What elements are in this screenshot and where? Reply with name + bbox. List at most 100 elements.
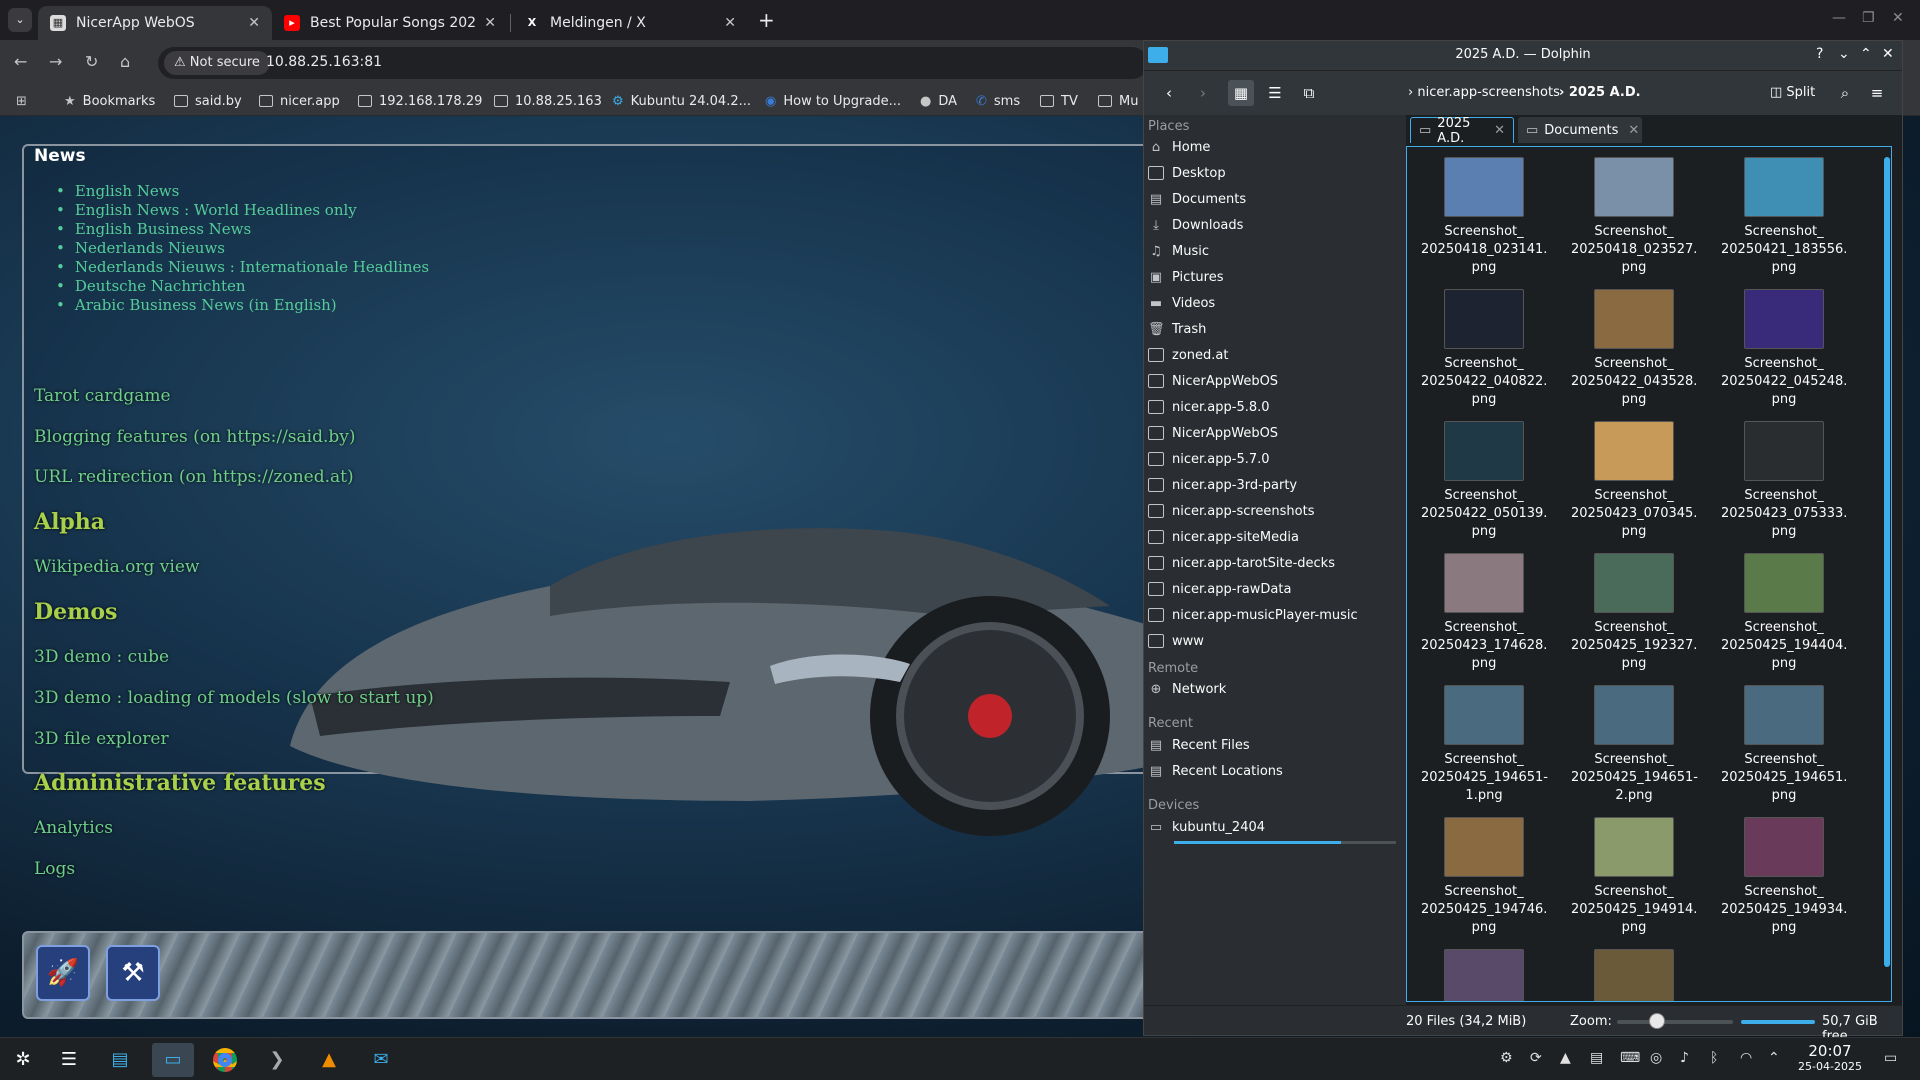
chevron-up-icon[interactable]: ⌃ [1860, 46, 1872, 62]
bookmark-kubuntu[interactable]: ⚙ Kubuntu 24.04.2... [612, 91, 751, 111]
bluetooth-icon[interactable]: ᛒ [1710, 1050, 1718, 1066]
clock[interactable]: 20:07 25-04-2025 [1790, 1042, 1870, 1073]
place-network[interactable]: ⊕ Network [1148, 677, 1398, 701]
chevron-down-icon[interactable]: ⌄ [1838, 46, 1850, 62]
bookmark-nicer-app[interactable]: nicer.app [259, 91, 340, 111]
hamburger-menu-icon[interactable]: ≡ [1864, 80, 1890, 106]
bookmark-192[interactable]: 192.168.178.29 [358, 91, 482, 111]
file-item[interactable]: Screenshot_ 20250425_194746. png [1421, 809, 1547, 937]
chrome-icon[interactable] [204, 1043, 246, 1077]
models-demo-link[interactable]: 3D demo : loading of models (slow to sta… [34, 688, 434, 708]
file-item[interactable] [1571, 941, 1697, 1001]
place-folder[interactable]: NicerAppWebOS [1148, 369, 1398, 393]
place-pictures[interactable]: ▣ Pictures [1148, 265, 1398, 289]
keyboard-icon[interactable]: ⌨ [1620, 1050, 1640, 1066]
icons-view-icon[interactable]: ▦ [1228, 80, 1254, 106]
news-link[interactable]: Nederlands Nieuws [56, 239, 429, 258]
demos-heading[interactable]: Demos [34, 599, 117, 625]
place-music[interactable]: ♫ Music [1148, 239, 1398, 263]
wikipedia-link[interactable]: Wikipedia.org view [34, 557, 199, 577]
news-link[interactable]: English News : World Headlines only [56, 201, 429, 220]
place-documents[interactable]: ▤ Documents [1148, 187, 1398, 211]
file-item[interactable]: Screenshot_ 20250422_040822. png [1421, 281, 1547, 409]
tab-documents[interactable]: ▭ Documents ✕ [1518, 117, 1642, 143]
place-folder[interactable]: nicer.app-musicPlayer-music [1148, 603, 1398, 627]
zoom-slider[interactable] [1617, 1020, 1733, 1024]
security-chip[interactable]: ⚠ Not secure [164, 51, 270, 75]
bookmark-mu[interactable]: Mu [1098, 91, 1138, 111]
file-item[interactable]: Screenshot_ 20250423_070345. png [1571, 413, 1697, 541]
place-folder[interactable]: nicer.app-5.7.0 [1148, 447, 1398, 471]
close-icon[interactable]: ✕ [248, 15, 260, 31]
place-trash[interactable]: 🗑 Trash [1148, 317, 1398, 341]
kde-launcher-icon[interactable]: ✲ [2, 1043, 44, 1077]
analytics-link[interactable]: Analytics [34, 818, 113, 838]
address-bar[interactable]: ⚠ Not secure 10.88.25.163:81 [158, 47, 1148, 79]
bookmark-upgrade[interactable]: ◉ How to Upgrade... [765, 91, 901, 111]
file-item[interactable] [1421, 941, 1547, 1001]
reload-icon[interactable]: ↻ [85, 52, 98, 71]
file-item[interactable]: Screenshot_ 20250425_194404. png [1721, 545, 1847, 673]
tab-2025-ad[interactable]: ▭ 2025 A.D. ✕ [1410, 116, 1514, 146]
notification-settings-icon[interactable]: ⚙ [1500, 1050, 1513, 1066]
place-folder[interactable]: nicer.app-tarotSite-decks [1148, 551, 1398, 575]
news-link[interactable]: English Business News [56, 220, 429, 239]
news-link[interactable]: Arabic Business News (in English) [56, 296, 429, 315]
file-item[interactable]: Screenshot_ 20250418_023527. png [1571, 149, 1697, 277]
file-item[interactable]: Screenshot_ 20250422_050139. png [1421, 413, 1547, 541]
file-item[interactable]: Screenshot_ 20250425_192327. png [1571, 545, 1697, 673]
admin-heading[interactable]: Administrative features [34, 770, 326, 796]
url-text[interactable]: 10.88.25.163:81 [266, 54, 382, 70]
close-icon[interactable]: ✕ [484, 15, 496, 31]
home-icon[interactable]: ⌂ [120, 52, 130, 71]
file-item[interactable]: Screenshot_ 20250422_043528. png [1571, 281, 1697, 409]
details-view-icon[interactable]: ☰ [1262, 80, 1288, 106]
update-icon[interactable]: ⟳ [1530, 1050, 1542, 1066]
place-desktop[interactable]: Desktop [1148, 161, 1398, 185]
close-icon[interactable]: ✕ [724, 15, 736, 31]
search-icon[interactable]: ⌕ [1832, 80, 1858, 106]
file-item[interactable]: Screenshot_ 20250425_194651- 1.png [1421, 677, 1548, 805]
vlc-icon[interactable]: ▲ [308, 1043, 350, 1077]
tab-youtube[interactable]: ▸ Best Popular Songs 2024 | ✕ [272, 6, 508, 40]
close-window-icon[interactable]: ✕ [1892, 10, 1904, 26]
thunderbird-icon[interactable]: ✉ [360, 1043, 402, 1077]
tarot-link[interactable]: Tarot cardgame [34, 386, 171, 406]
discover-icon[interactable]: ▤ [99, 1043, 141, 1077]
place-folder[interactable]: nicer.app-3rd-party [1148, 473, 1398, 497]
wifi-icon[interactable]: ◠ [1740, 1050, 1752, 1066]
file-item[interactable]: Screenshot_ 20250423_075333. png [1721, 413, 1847, 541]
maximize-icon[interactable]: ❐ [1862, 10, 1875, 26]
place-folder[interactable]: nicer.app-5.8.0 [1148, 395, 1398, 419]
dolphin-taskbar-icon[interactable]: ▭ [152, 1043, 194, 1077]
task-manager-icon[interactable]: ☰ [48, 1043, 90, 1077]
breadcrumb-current[interactable]: › 2025 A.D. [1559, 85, 1641, 100]
place-folder[interactable]: nicer.app-siteMedia [1148, 525, 1398, 549]
file-item[interactable]: Screenshot_ 20250425_194914. png [1571, 809, 1697, 937]
redirect-link[interactable]: URL redirection (on https://zoned.at) [34, 467, 354, 487]
file-explorer-link[interactable]: 3D file explorer [34, 729, 169, 749]
show-desktop-icon[interactable]: ▭ [1884, 1050, 1897, 1066]
place-recent-locations[interactable]: ▤ Recent Locations [1148, 759, 1398, 783]
minimize-icon[interactable]: — [1832, 10, 1846, 26]
breadcrumb-item[interactable]: › nicer.app-screenshots [1408, 85, 1560, 100]
chevron-up-icon[interactable]: ⌃ [1768, 1050, 1780, 1066]
place-folder[interactable]: www [1148, 629, 1398, 653]
place-folder[interactable]: zoned.at [1148, 343, 1398, 367]
vlc-tray-icon[interactable]: ▲ [1560, 1050, 1571, 1066]
new-tab-button[interactable]: + [758, 8, 775, 32]
volume-icon[interactable]: ♪ [1680, 1050, 1689, 1066]
bookmark-10[interactable]: 10.88.25.163 [494, 91, 602, 111]
file-item[interactable]: Screenshot_ 20250422_045248. png [1721, 281, 1847, 409]
close-icon[interactable]: ✕ [1882, 46, 1894, 62]
zoom-slider-handle[interactable] [1649, 1013, 1665, 1029]
device-kubuntu[interactable]: ▭ kubuntu_2404 [1148, 815, 1398, 839]
split-button[interactable]: ◫ Split [1770, 85, 1815, 100]
bookmark-said-by[interactable]: said.by [174, 91, 242, 111]
file-item[interactable]: Screenshot_ 20250421_183556. png [1721, 149, 1847, 277]
logs-link[interactable]: Logs [34, 859, 75, 879]
news-link[interactable]: Deutsche Nachrichten [56, 277, 429, 296]
news-link[interactable]: Nederlands Nieuws : Internationale Headl… [56, 258, 429, 277]
forward-icon[interactable]: › [1190, 80, 1216, 106]
tab-search-button[interactable]: ⌄ [8, 8, 32, 32]
